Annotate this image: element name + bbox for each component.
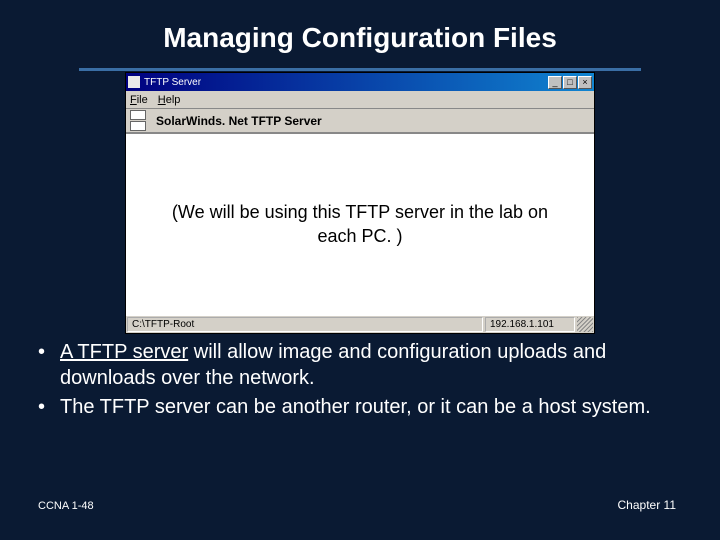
window-buttons: _ □ × bbox=[548, 76, 592, 89]
status-ip: 192.168.1.101 bbox=[485, 317, 575, 332]
content-note: (We will be using this TFTP server in th… bbox=[156, 201, 564, 248]
toolbar: SolarWinds. Net TFTP Server bbox=[126, 109, 594, 133]
window-title: TFTP Server bbox=[144, 77, 201, 88]
toolbar-icons bbox=[130, 110, 146, 131]
menu-file[interactable]: File bbox=[130, 94, 148, 106]
tool-icon[interactable] bbox=[130, 121, 146, 131]
app-name-label: SolarWinds. Net TFTP Server bbox=[156, 114, 322, 128]
page-title: Managing Configuration Files bbox=[79, 0, 641, 71]
menu-help[interactable]: Help bbox=[158, 94, 181, 106]
minimize-button[interactable]: _ bbox=[548, 76, 562, 89]
bullet-emphasis: A TFTP server bbox=[60, 341, 188, 363]
statusbar: C:\TFTP-Root 192.168.1.101 bbox=[126, 315, 594, 333]
list-item: A TFTP server will allow image and confi… bbox=[38, 340, 678, 391]
titlebar-left: TFTP Server bbox=[128, 76, 201, 88]
resize-grip-icon[interactable] bbox=[577, 317, 593, 332]
footer-right: Chapter 11 bbox=[618, 498, 676, 512]
content-area: (We will be using this TFTP server in th… bbox=[126, 133, 594, 315]
window-titlebar: TFTP Server _ □ × bbox=[126, 73, 594, 91]
status-path: C:\TFTP-Root bbox=[127, 317, 483, 332]
menubar: File Help bbox=[126, 91, 594, 109]
footer-left: CCNA 1-48 bbox=[38, 500, 94, 512]
app-icon bbox=[128, 76, 140, 88]
slide: Managing Configuration Files TFTP Server… bbox=[0, 0, 720, 540]
tftp-window: TFTP Server _ □ × File Help SolarWinds. … bbox=[125, 72, 595, 334]
bullet-list: A TFTP server will allow image and confi… bbox=[38, 340, 678, 425]
maximize-button[interactable]: □ bbox=[563, 76, 577, 89]
close-button[interactable]: × bbox=[578, 76, 592, 89]
list-item: The TFTP server can be another router, o… bbox=[38, 395, 678, 421]
tool-icon[interactable] bbox=[130, 110, 146, 120]
